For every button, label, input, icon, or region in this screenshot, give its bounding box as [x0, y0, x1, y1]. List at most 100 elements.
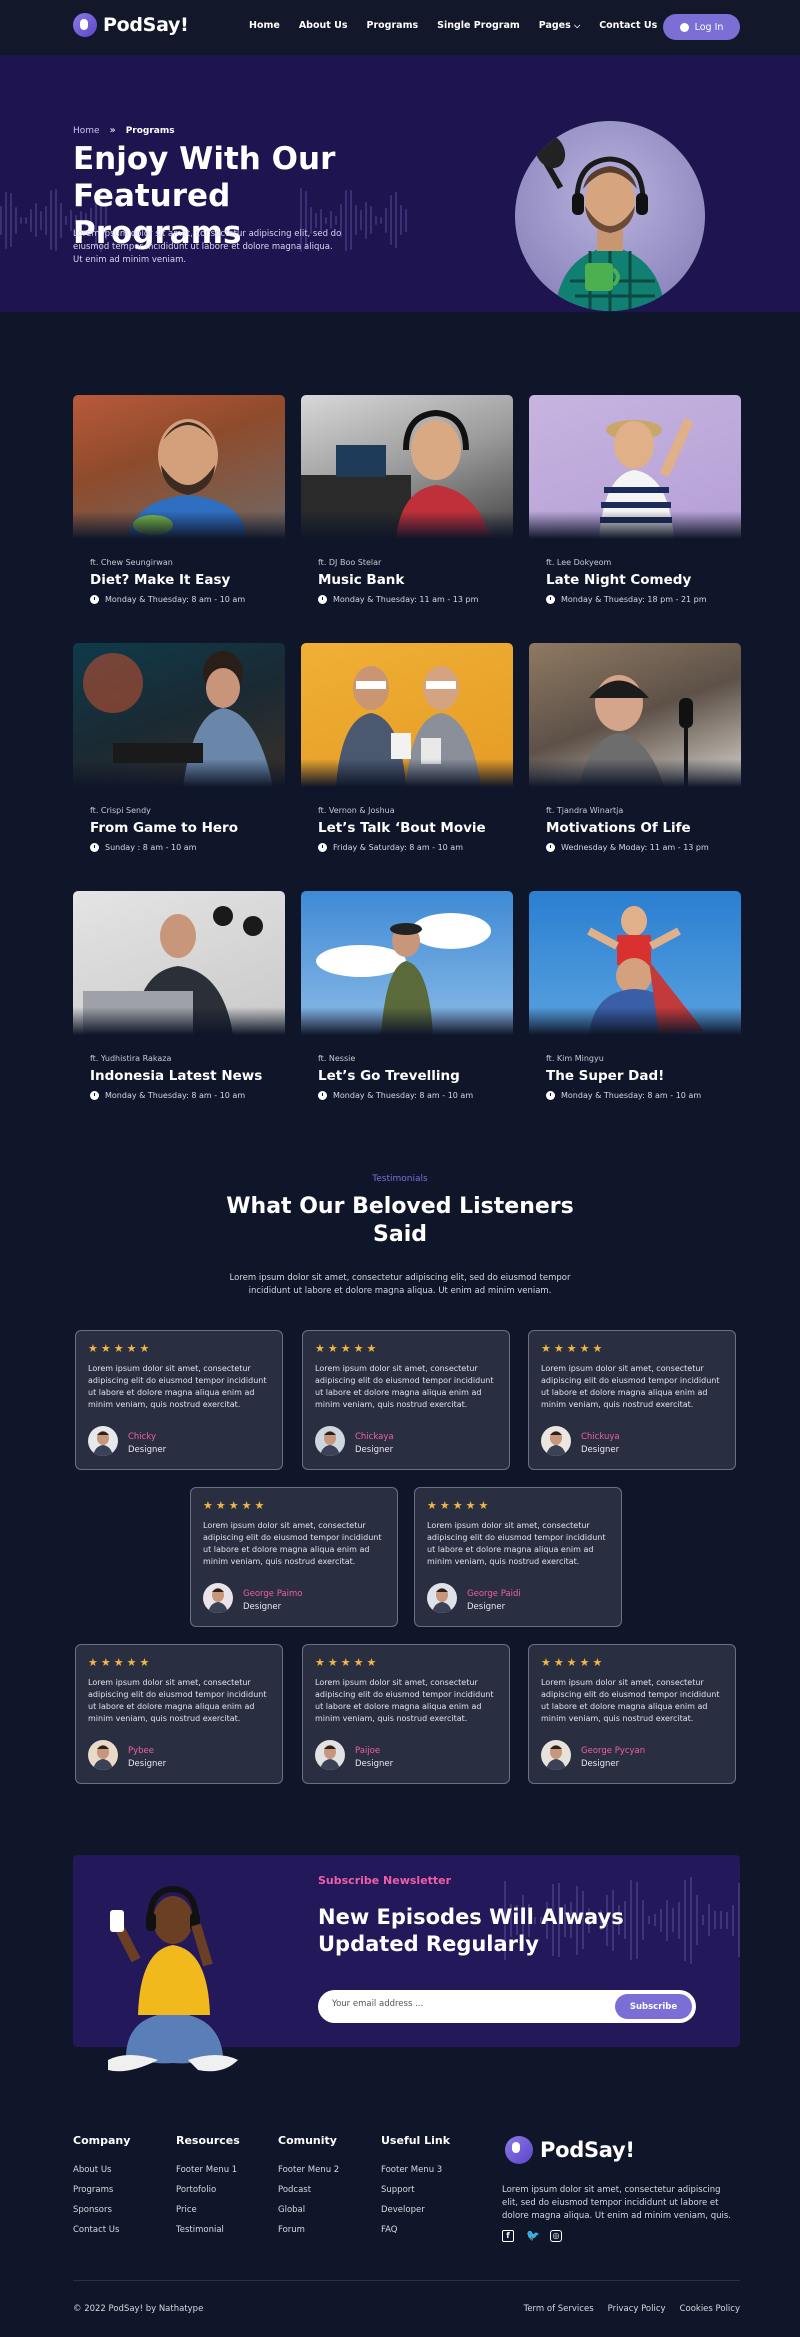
host-photo-comedy [599, 417, 694, 539]
program-schedule: Monday & Thuesday: 8 am - 10 am [90, 595, 245, 604]
program-host: ft. DJ Boo Stelar [318, 558, 382, 567]
program-title[interactable]: Motivations Of Life [546, 820, 691, 836]
login-button[interactable]: Log In [663, 14, 740, 40]
top-nav: PodSay! Home About Us Programs Single Pr… [0, 0, 800, 55]
star-rating-icon: ★★★★★ [541, 1342, 606, 1355]
program-thumbnail [73, 643, 285, 787]
host-photo-superdad [587, 906, 704, 1035]
program-title[interactable]: The Super Dad! [546, 1068, 664, 1084]
cookies-link[interactable]: Cookies Policy [680, 2304, 740, 2314]
footer-link[interactable]: Contact Us [73, 2225, 130, 2235]
nav-home-link[interactable]: Home [249, 20, 280, 31]
footer-link[interactable]: Footer Menu 2 [278, 2165, 339, 2175]
footer-link[interactable]: Podcast [278, 2185, 339, 2195]
program-card[interactable]: ft. DJ Boo Stelar Music Bank Monday & Th… [301, 395, 513, 604]
nav-single-program-link[interactable]: Single Program [437, 20, 520, 31]
footer-column-community: Comunity Footer Menu 2 Podcast Global Fo… [278, 2134, 339, 2245]
program-title[interactable]: Music Bank [318, 572, 404, 588]
program-host: ft. Kim Mingyu [546, 1054, 604, 1063]
nav-about-link[interactable]: About Us [299, 20, 348, 31]
nav-contact-link[interactable]: Contact Us [599, 20, 657, 31]
avatar [203, 1583, 233, 1613]
twitter-icon[interactable]: 🐦 [526, 2230, 540, 2242]
footer-link[interactable]: Testimonial [176, 2225, 240, 2235]
clock-icon [90, 1091, 99, 1100]
star-rating-icon: ★★★★★ [427, 1499, 492, 1512]
footer-link[interactable]: Portofolio [176, 2185, 240, 2195]
host-photo-motivation [579, 675, 693, 787]
program-thumbnail [529, 395, 741, 539]
program-title[interactable]: Let’s Talk ‘Bout Movie [318, 820, 486, 836]
program-schedule: Friday & Saturday: 8 am - 10 am [318, 843, 463, 852]
program-host: ft. Yudhistira Rakaza [90, 1054, 172, 1063]
program-host: ft. Crispi Sendy [90, 806, 151, 815]
program-card[interactable]: ft. Crispi Sendy From Game to Hero Sunda… [73, 643, 285, 852]
testimonial-card: ★★★★★ Lorem ipsum dolor sit amet, consect… [302, 1330, 510, 1470]
footer-link[interactable]: Global [278, 2205, 339, 2215]
program-title[interactable]: Indonesia Latest News [90, 1068, 262, 1084]
footer-link[interactable]: Forum [278, 2225, 339, 2235]
program-time: Monday & Thuesday: 8 am - 10 am [105, 595, 246, 604]
testimonial-card: ★★★★★ Lorem ipsum dolor sit amet, consect… [528, 1330, 736, 1470]
breadcrumb-home[interactable]: Home [73, 126, 100, 136]
program-thumbnail [301, 395, 513, 539]
program-thumbnail [529, 891, 741, 1035]
brand-logo[interactable]: PodSay! [73, 13, 189, 37]
program-title[interactable]: Diet? Make It Easy [90, 572, 230, 588]
footer-logo[interactable]: PodSay! [505, 2136, 635, 2164]
footer-link[interactable]: Footer Menu 1 [176, 2165, 240, 2175]
testimonial-card: ★★★★★ Lorem ipsum dolor sit amet, consect… [414, 1487, 622, 1627]
program-schedule: Monday & Thuesday: 8 am - 10 am [90, 1091, 245, 1100]
program-time: Wednesday & Moday: 11 am - 13 pm [561, 843, 709, 852]
program-card[interactable]: ft. Nessie Let’s Go Trevelling Monday & … [301, 891, 513, 1100]
footer-link[interactable]: About Us [73, 2165, 130, 2175]
host-photo-news [83, 906, 263, 1035]
nav-pages-dropdown[interactable]: Pages ⌵ [539, 20, 580, 31]
newsletter-tag: Subscribe Newsletter [318, 1874, 452, 1887]
reviewer-role: Designer [581, 1759, 620, 1769]
footer-link[interactable]: Price [176, 2205, 240, 2215]
facebook-icon[interactable]: f [502, 2230, 514, 2242]
host-photo [515, 121, 705, 311]
footer-column-resources: Resources Footer Menu 1 Portofolio Price… [176, 2134, 240, 2245]
footer-link[interactable]: Developer [381, 2205, 450, 2215]
program-card[interactable]: ft. Tjandra Winartja Motivations Of Life… [529, 643, 741, 852]
reviewer-role: Designer [243, 1602, 282, 1612]
instagram-icon[interactable]: ◎ [550, 2230, 562, 2242]
testimonial-quote: Lorem ipsum dolor sit amet, consectetur … [541, 1678, 720, 1723]
program-thumbnail [301, 891, 513, 1035]
newsletter-form: Subscribe [318, 1990, 696, 2023]
login-label: Log In [694, 21, 724, 33]
footer-link[interactable]: Sponsors [73, 2205, 130, 2215]
reviewer-name: Paijoe [355, 1746, 381, 1756]
reviewer-name: Pybee [128, 1746, 155, 1756]
footer-divider [73, 2280, 740, 2281]
listener-illustration [108, 1885, 238, 2072]
star-rating-icon: ★★★★★ [88, 1656, 153, 1669]
footer-link[interactable]: Programs [73, 2185, 130, 2195]
program-card[interactable]: ft. Yudhistira Rakaza Indonesia Latest N… [73, 891, 285, 1100]
program-card[interactable]: ft. Vernon & Joshua Let’s Talk ‘Bout Mov… [301, 643, 513, 852]
host-photo-travel [316, 913, 491, 1035]
footer-link[interactable]: Footer Menu 3 [381, 2165, 450, 2175]
program-thumbnail [73, 395, 285, 539]
program-title[interactable]: Let’s Go Trevelling [318, 1068, 460, 1084]
program-title[interactable]: Late Night Comedy [546, 572, 691, 588]
nav-programs-link[interactable]: Programs [367, 20, 419, 31]
terms-link[interactable]: Term of Services [524, 2304, 594, 2314]
program-card[interactable]: ft. Chew Seungirwan Diet? Make It Easy M… [73, 395, 285, 604]
program-card[interactable]: ft. Lee Dokyeom Late Night Comedy Monday… [529, 395, 741, 604]
email-input[interactable] [332, 1999, 582, 2009]
subscribe-button[interactable]: Subscribe [615, 1994, 692, 2019]
program-title[interactable]: From Game to Hero [90, 820, 238, 836]
avatar [88, 1740, 118, 1770]
microphone-logo-icon [73, 13, 97, 37]
footer-link[interactable]: FAQ [381, 2225, 450, 2235]
program-schedule: Sunday : 8 am - 10 am [90, 843, 196, 852]
program-thumbnail [529, 643, 741, 787]
testimonial-quote: Lorem ipsum dolor sit amet, consectetur … [315, 1678, 494, 1723]
avatar [427, 1583, 457, 1613]
program-card[interactable]: ft. Kim Mingyu The Super Dad! Monday & T… [529, 891, 741, 1100]
privacy-link[interactable]: Privacy Policy [608, 2304, 666, 2314]
footer-link[interactable]: Support [381, 2185, 450, 2195]
